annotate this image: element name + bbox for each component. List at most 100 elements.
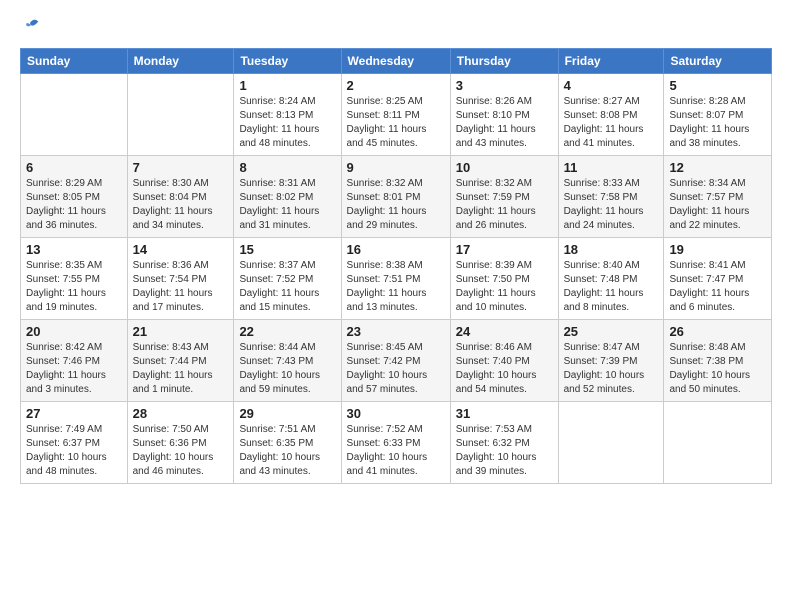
day-info: Sunrise: 8:41 AM Sunset: 7:47 PM Dayligh… [669,259,766,315]
day-info: Sunrise: 8:25 AM Sunset: 8:11 PM Dayligh… [347,95,445,151]
calendar-cell: 3 Sunrise: 8:26 AM Sunset: 8:10 PM Daylig… [450,74,558,156]
calendar-cell: 15 Sunrise: 8:37 AM Sunset: 7:52 PM Dayli… [234,238,341,320]
calendar-week-row: 13Sunrise: 8:35 AM Sunset: 7:55 PM Dayli… [21,238,772,320]
day-number: 31 [456,406,553,421]
day-number: 19 [669,242,766,257]
day-info: Sunrise: 8:43 AM Sunset: 7:44 PM Dayligh… [133,341,229,397]
day-number: 18 [564,242,659,257]
day-number: 10 [456,160,553,175]
day-info: Sunrise: 8:28 AM Sunset: 8:07 PM Dayligh… [669,95,766,151]
day-number: 28 [133,406,229,421]
day-number: 22 [239,324,335,339]
calendar-cell: 11 Sunrise: 8:33 AM Sunset: 7:58 PM Dayli… [558,156,664,238]
day-number: 13 [26,242,122,257]
column-header-friday: Friday [558,49,664,74]
day-number: 5 [669,78,766,93]
calendar-cell: 10 Sunrise: 8:32 AM Sunset: 7:59 PM Dayli… [450,156,558,238]
day-info: Sunrise: 8:40 AM Sunset: 7:48 PM Dayligh… [564,259,659,315]
calendar-cell: 16 Sunrise: 8:38 AM Sunset: 7:51 PM Dayli… [341,238,450,320]
calendar-table: SundayMondayTuesdayWednesdayThursdayFrid… [20,48,772,484]
calendar-week-row: 1Sunrise: 8:24 AM Sunset: 8:13 PM Daylig… [21,74,772,156]
calendar-cell: 17 Sunrise: 8:39 AM Sunset: 7:50 PM Dayli… [450,238,558,320]
day-number: 26 [669,324,766,339]
calendar-cell: 1Sunrise: 8:24 AM Sunset: 8:13 PM Daylig… [234,74,341,156]
day-number: 29 [239,406,335,421]
day-number: 11 [564,160,659,175]
calendar-cell: 29 Sunrise: 7:51 AM Sunset: 6:35 PM Dayli… [234,402,341,484]
column-header-sunday: Sunday [21,49,128,74]
calendar-cell: 6Sunrise: 8:29 AM Sunset: 8:05 PM Daylig… [21,156,128,238]
day-info: Sunrise: 8:30 AM Sunset: 8:04 PM Dayligh… [133,177,229,233]
calendar-cell [127,74,234,156]
day-number: 20 [26,324,122,339]
calendar-cell: 26 Sunrise: 8:48 AM Sunset: 7:38 PM Dayli… [664,320,772,402]
day-info: Sunrise: 8:38 AM Sunset: 7:51 PM Dayligh… [347,259,445,315]
day-number: 14 [133,242,229,257]
calendar-cell: 28 Sunrise: 7:50 AM Sunset: 6:36 PM Dayli… [127,402,234,484]
day-number: 3 [456,78,553,93]
day-number: 16 [347,242,445,257]
day-info: Sunrise: 8:32 AM Sunset: 8:01 PM Dayligh… [347,177,445,233]
day-number: 30 [347,406,445,421]
calendar-week-row: 6Sunrise: 8:29 AM Sunset: 8:05 PM Daylig… [21,156,772,238]
calendar-cell: 27 Sunrise: 7:49 AM Sunset: 6:37 PM Dayli… [21,402,128,484]
calendar-cell: 24 Sunrise: 8:46 AM Sunset: 7:40 PM Dayli… [450,320,558,402]
day-info: Sunrise: 8:46 AM Sunset: 7:40 PM Dayligh… [456,341,553,397]
calendar-cell: 8Sunrise: 8:31 AM Sunset: 8:02 PM Daylig… [234,156,341,238]
column-header-tuesday: Tuesday [234,49,341,74]
day-info: Sunrise: 7:52 AM Sunset: 6:33 PM Dayligh… [347,423,445,479]
day-number: 25 [564,324,659,339]
day-info: Sunrise: 8:48 AM Sunset: 7:38 PM Dayligh… [669,341,766,397]
calendar-cell: 12Sunrise: 8:34 AM Sunset: 7:57 PM Dayli… [664,156,772,238]
day-number: 8 [239,160,335,175]
day-number: 7 [133,160,229,175]
calendar-cell: 18 Sunrise: 8:40 AM Sunset: 7:48 PM Dayli… [558,238,664,320]
day-info: Sunrise: 8:24 AM Sunset: 8:13 PM Dayligh… [239,95,335,151]
calendar-cell: 7 Sunrise: 8:30 AM Sunset: 8:04 PM Daylig… [127,156,234,238]
day-info: Sunrise: 8:45 AM Sunset: 7:42 PM Dayligh… [347,341,445,397]
day-number: 24 [456,324,553,339]
day-number: 15 [239,242,335,257]
calendar-cell: 19 Sunrise: 8:41 AM Sunset: 7:47 PM Dayli… [664,238,772,320]
calendar-week-row: 27 Sunrise: 7:49 AM Sunset: 6:37 PM Dayli… [21,402,772,484]
day-info: Sunrise: 8:37 AM Sunset: 7:52 PM Dayligh… [239,259,335,315]
calendar-cell: 2 Sunrise: 8:25 AM Sunset: 8:11 PM Daylig… [341,74,450,156]
page: SundayMondayTuesdayWednesdayThursdayFrid… [0,0,792,504]
day-info: Sunrise: 8:42 AM Sunset: 7:46 PM Dayligh… [26,341,122,397]
calendar-cell: 5 Sunrise: 8:28 AM Sunset: 8:07 PM Daylig… [664,74,772,156]
calendar-cell: 14 Sunrise: 8:36 AM Sunset: 7:54 PM Dayli… [127,238,234,320]
day-number: 23 [347,324,445,339]
day-number: 2 [347,78,445,93]
column-header-wednesday: Wednesday [341,49,450,74]
day-info: Sunrise: 8:27 AM Sunset: 8:08 PM Dayligh… [564,95,659,151]
day-info: Sunrise: 8:32 AM Sunset: 7:59 PM Dayligh… [456,177,553,233]
calendar-cell: 21 Sunrise: 8:43 AM Sunset: 7:44 PM Dayli… [127,320,234,402]
calendar-cell: 13Sunrise: 8:35 AM Sunset: 7:55 PM Dayli… [21,238,128,320]
day-info: Sunrise: 8:39 AM Sunset: 7:50 PM Dayligh… [456,259,553,315]
day-info: Sunrise: 7:53 AM Sunset: 6:32 PM Dayligh… [456,423,553,479]
day-info: Sunrise: 8:26 AM Sunset: 8:10 PM Dayligh… [456,95,553,151]
column-header-saturday: Saturday [664,49,772,74]
day-number: 27 [26,406,122,421]
calendar-cell: 20 Sunrise: 8:42 AM Sunset: 7:46 PM Dayli… [21,320,128,402]
calendar-cell [558,402,664,484]
calendar-week-row: 20 Sunrise: 8:42 AM Sunset: 7:46 PM Dayli… [21,320,772,402]
day-number: 4 [564,78,659,93]
day-info: Sunrise: 7:50 AM Sunset: 6:36 PM Dayligh… [133,423,229,479]
calendar-header-row: SundayMondayTuesdayWednesdayThursdayFrid… [21,49,772,74]
day-info: Sunrise: 7:49 AM Sunset: 6:37 PM Dayligh… [26,423,122,479]
day-info: Sunrise: 8:33 AM Sunset: 7:58 PM Dayligh… [564,177,659,233]
day-info: Sunrise: 8:47 AM Sunset: 7:39 PM Dayligh… [564,341,659,397]
logo-bird-icon [20,16,42,38]
day-info: Sunrise: 8:36 AM Sunset: 7:54 PM Dayligh… [133,259,229,315]
day-number: 17 [456,242,553,257]
calendar-cell: 4 Sunrise: 8:27 AM Sunset: 8:08 PM Daylig… [558,74,664,156]
day-info: Sunrise: 7:51 AM Sunset: 6:35 PM Dayligh… [239,423,335,479]
day-number: 9 [347,160,445,175]
day-number: 21 [133,324,229,339]
calendar-cell: 23 Sunrise: 8:45 AM Sunset: 7:42 PM Dayli… [341,320,450,402]
calendar-cell: 22Sunrise: 8:44 AM Sunset: 7:43 PM Dayli… [234,320,341,402]
column-header-monday: Monday [127,49,234,74]
day-info: Sunrise: 8:34 AM Sunset: 7:57 PM Dayligh… [669,177,766,233]
header [20,16,772,40]
